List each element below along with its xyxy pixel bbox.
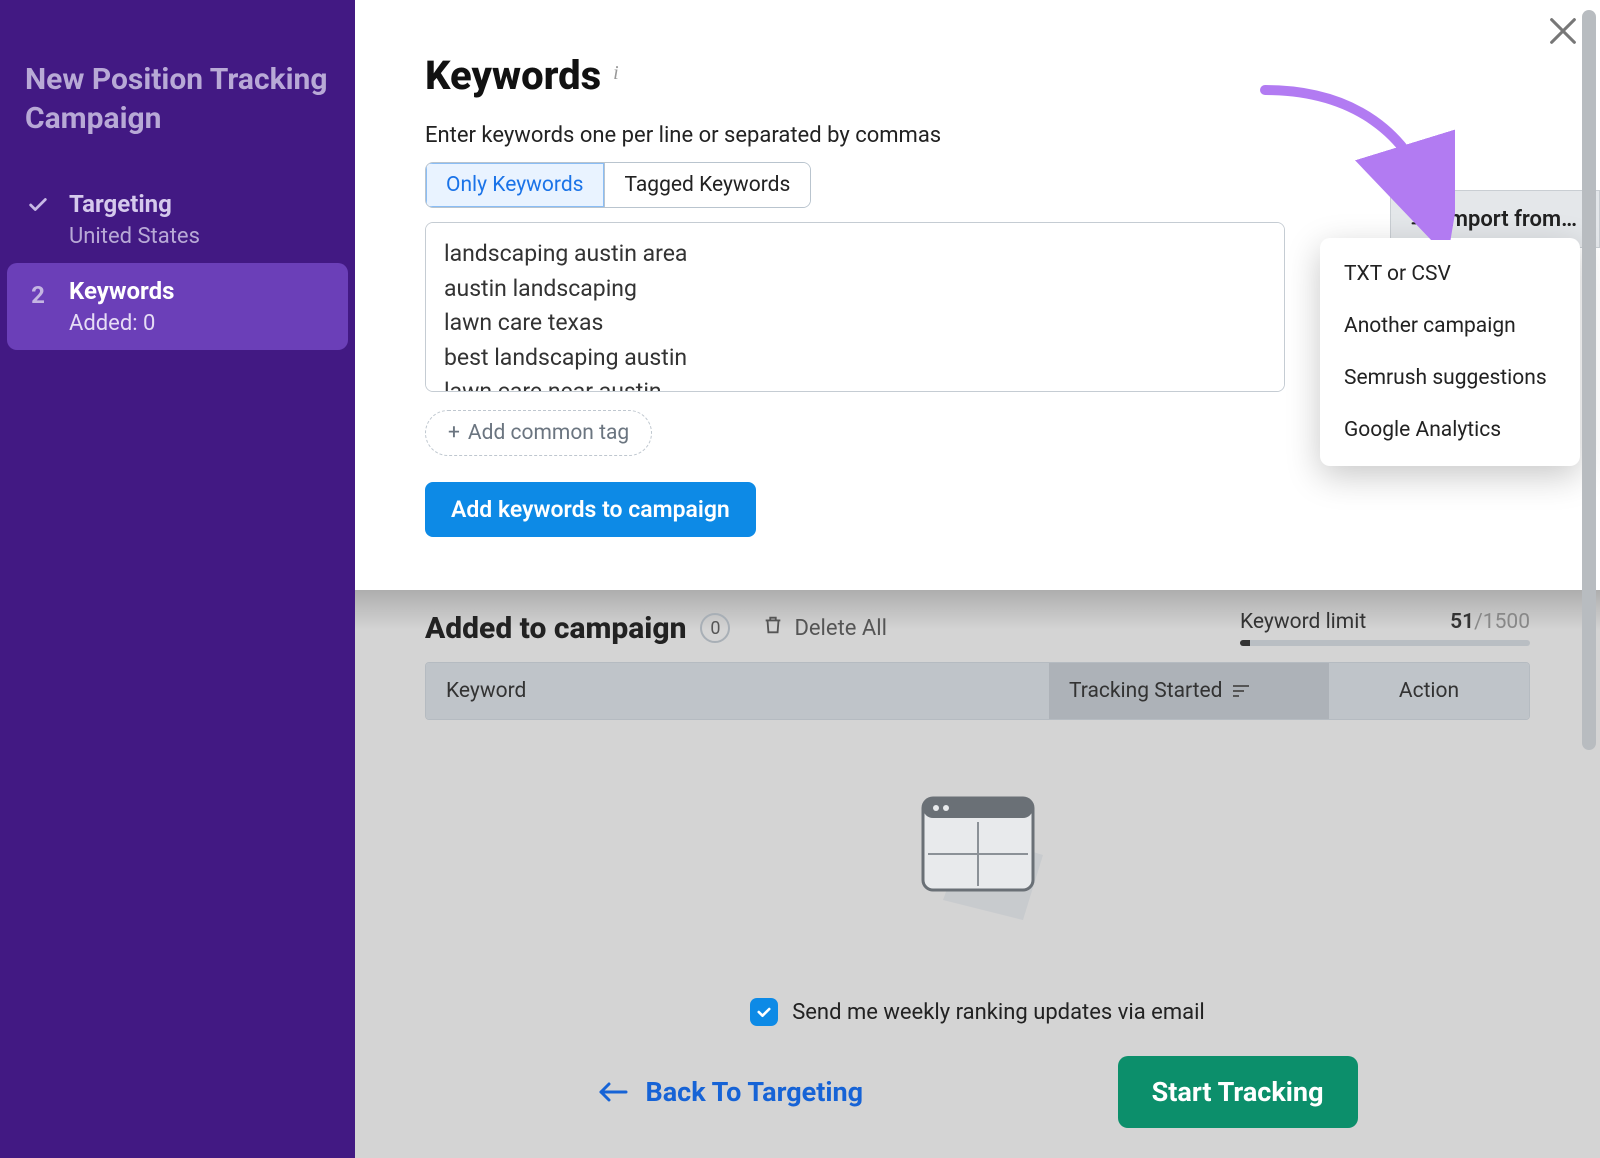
add-keywords-button[interactable]: Add keywords to campaign: [425, 482, 756, 537]
step-number: 2: [31, 281, 45, 309]
scrollbar[interactable]: [1582, 10, 1596, 750]
weekly-updates-checkbox[interactable]: [750, 998, 778, 1026]
main-area: Keywords i Enter keywords one per line o…: [355, 0, 1600, 1158]
close-icon[interactable]: [1546, 14, 1580, 48]
added-title: Added to campaign: [425, 611, 686, 646]
empty-state-illustration: [425, 720, 1530, 920]
step-subtext: Added: 0: [69, 311, 330, 336]
weekly-updates-label: Send me weekly ranking updates via email: [792, 1000, 1205, 1025]
keyword-mode-toggle: Only Keywords Tagged Keywords: [425, 162, 811, 208]
import-from-menu: TXT or CSV Another campaign Semrush sugg…: [1320, 238, 1580, 466]
keywords-textarea[interactable]: [425, 222, 1285, 392]
import-option-google-analytics[interactable]: Google Analytics: [1320, 404, 1580, 456]
start-tracking-button[interactable]: Start Tracking: [1118, 1056, 1358, 1128]
wizard-sidebar: New Position Tracking Campaign Targeting…: [0, 0, 355, 1158]
column-action: Action: [1329, 663, 1529, 719]
page-title: Keywords: [425, 52, 601, 99]
added-count-badge: 0: [700, 613, 730, 643]
input-hint: Enter keywords one per line or separated…: [425, 123, 1530, 148]
delete-all-button[interactable]: Delete All: [762, 614, 887, 642]
checkmark-icon: [25, 190, 51, 216]
column-tracking-started[interactable]: Tracking Started: [1049, 663, 1329, 719]
import-option-txt-csv[interactable]: TXT or CSV: [1320, 248, 1580, 300]
plus-icon: +: [448, 421, 460, 445]
add-common-tag-label: Add common tag: [468, 421, 629, 445]
trash-icon: [762, 614, 784, 642]
back-label: Back To Targeting: [646, 1076, 864, 1108]
wizard-step-targeting[interactable]: Targeting United States: [7, 176, 348, 263]
sort-icon: [1232, 684, 1250, 698]
step-name: Targeting: [69, 190, 330, 218]
keyword-limit-value: 51/1500: [1450, 610, 1530, 634]
import-option-semrush-suggestions[interactable]: Semrush suggestions: [1320, 352, 1580, 404]
info-icon[interactable]: i: [613, 62, 619, 89]
wizard-step-keywords[interactable]: 2 Keywords Added: 0: [7, 263, 348, 350]
add-common-tag-button[interactable]: + Add common tag: [425, 410, 652, 456]
keyword-limit-label: Keyword limit: [1240, 610, 1366, 634]
arrow-left-icon: [598, 1082, 628, 1102]
table-header: Keyword Tracking Started Action: [426, 663, 1529, 719]
keyword-limit: Keyword limit 51/1500: [1240, 610, 1530, 646]
back-to-targeting-link[interactable]: Back To Targeting: [598, 1076, 864, 1108]
import-option-another-campaign[interactable]: Another campaign: [1320, 300, 1580, 352]
footer: Send me weekly ranking updates via email…: [355, 998, 1600, 1128]
segment-only-keywords[interactable]: Only Keywords: [426, 163, 604, 207]
step-subtext: United States: [69, 224, 330, 249]
added-to-campaign-section: Added to campaign 0 Delete All Keyword l…: [355, 610, 1600, 920]
import-from-label: Import from…: [1443, 207, 1578, 232]
wizard-title: New Position Tracking Campaign: [25, 60, 330, 138]
segment-tagged-keywords[interactable]: Tagged Keywords: [604, 163, 811, 207]
delete-all-label: Delete All: [794, 616, 887, 641]
download-icon: [1409, 205, 1431, 233]
column-keyword[interactable]: Keyword: [426, 663, 1049, 719]
keywords-table: Keyword Tracking Started Action: [425, 662, 1530, 720]
step-name: Keywords: [69, 277, 330, 305]
